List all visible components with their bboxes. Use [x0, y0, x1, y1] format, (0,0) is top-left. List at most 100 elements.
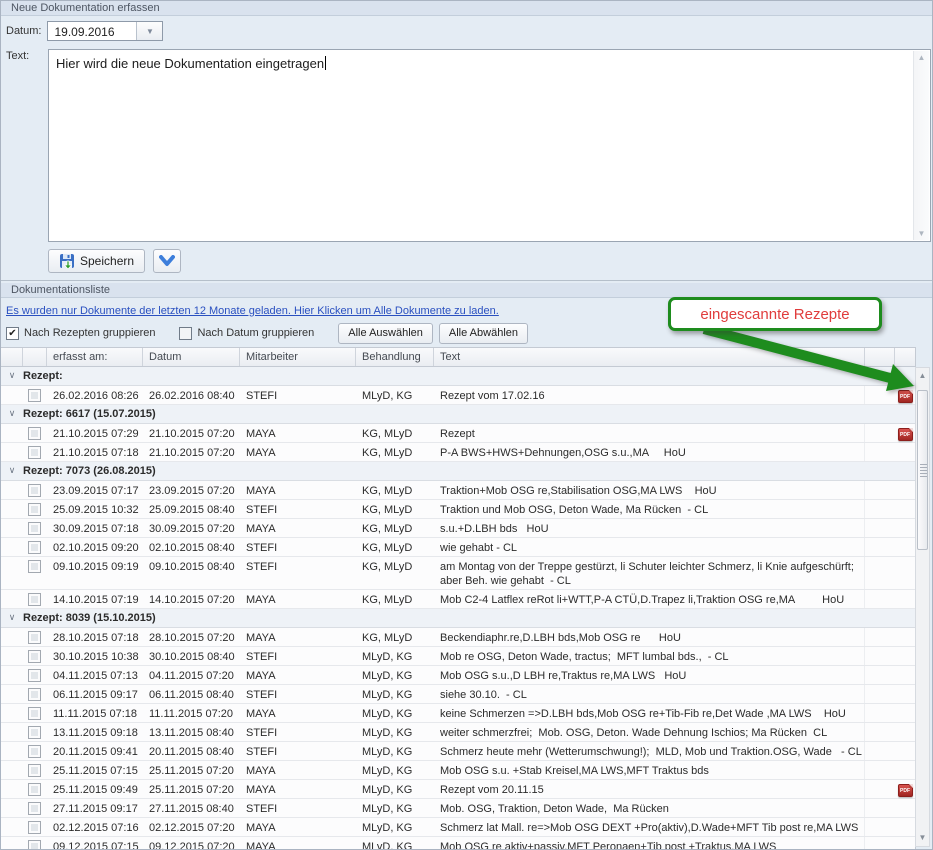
group-row[interactable]: ∨Rezept: 7073 (26.08.2015)	[1, 462, 915, 481]
cell-text: Mob re OSG, Deton Wade, tractus; MFT lum…	[434, 647, 865, 665]
table-row[interactable]: 21.10.2015 07:2921.10.2015 07:20MAYAKG, …	[1, 424, 915, 443]
date-row: Datum: 19.09.2016 ▼	[6, 21, 163, 41]
deselect-all-button[interactable]: Alle Abwählen	[439, 323, 528, 344]
table-row[interactable]: 20.11.2015 09:4120.11.2015 08:40STEFIMLy…	[1, 742, 915, 761]
date-picker[interactable]: 19.09.2016 ▼	[47, 21, 163, 41]
row-checkbox[interactable]	[28, 522, 41, 535]
row-chevron-spacer	[1, 386, 23, 404]
row-checkbox[interactable]	[28, 560, 41, 573]
row-checkbox[interactable]	[28, 631, 41, 644]
table-row[interactable]: 25.09.2015 10:3225.09.2015 08:40STEFIKG,…	[1, 500, 915, 519]
table-row[interactable]: 27.11.2015 09:1727.11.2015 08:40STEFIMLy…	[1, 799, 915, 818]
table-row[interactable]: 04.11.2015 07:1304.11.2015 07:20MAYAMLyD…	[1, 666, 915, 685]
table-row[interactable]: 26.02.2016 08:2626.02.2016 08:40STEFIMLy…	[1, 386, 915, 405]
table-row[interactable]: 23.09.2015 07:1723.09.2015 07:20MAYAKG, …	[1, 481, 915, 500]
row-checkbox[interactable]	[28, 650, 41, 663]
table-row[interactable]: 11.11.2015 07:1811.11.2015 07:20MAYAMLyD…	[1, 704, 915, 723]
row-checkbox[interactable]	[28, 745, 41, 758]
row-checkbox[interactable]	[28, 840, 41, 849]
header-spacer-column	[865, 348, 895, 366]
scroll-up-icon[interactable]: ▲	[916, 368, 929, 384]
table-row[interactable]: 30.09.2015 07:1830.09.2015 07:20MAYAKG, …	[1, 519, 915, 538]
save-button[interactable]: Speichern	[48, 249, 145, 273]
table-row[interactable]: 09.12.2015 07:1509.12.2015 07:20MAYAMLyD…	[1, 837, 915, 849]
row-checkbox[interactable]	[28, 389, 41, 402]
cell-behandlung: MLyD, KG	[356, 780, 434, 798]
cell-datum: 14.10.2015 07:20	[143, 590, 240, 608]
group-collapse-chevron-icon[interactable]: ∨	[1, 405, 23, 423]
cell-mitarbeiter: STEFI	[240, 723, 356, 741]
column-header-behandlung[interactable]: Behandlung▲	[356, 348, 434, 366]
column-header-text[interactable]: Text	[434, 348, 865, 366]
row-checkbox[interactable]	[28, 427, 41, 440]
row-checkbox[interactable]	[28, 669, 41, 682]
row-checkbox-cell	[23, 557, 47, 589]
pdf-document-icon[interactable]: PDF	[898, 784, 913, 797]
cell-text: wie gehabt - CL	[434, 538, 865, 556]
table-row[interactable]: 21.10.2015 07:1821.10.2015 07:20MAYAKG, …	[1, 443, 915, 462]
list-vertical-scrollbar[interactable]: ▲ ▼	[915, 367, 930, 847]
load-all-documents-link[interactable]: Es wurden nur Dokumente der letzten 12 M…	[6, 305, 499, 317]
pdf-document-icon[interactable]: PDF	[898, 428, 913, 441]
row-checkbox[interactable]	[28, 593, 41, 606]
expand-button[interactable]	[153, 249, 181, 273]
row-checkbox[interactable]	[28, 707, 41, 720]
pdf-document-icon[interactable]: PDF	[898, 390, 913, 403]
group-collapse-chevron-icon[interactable]: ∨	[1, 367, 23, 385]
group-collapse-chevron-icon[interactable]: ∨	[1, 462, 23, 480]
row-checkbox[interactable]	[28, 484, 41, 497]
scroll-down-icon[interactable]: ▼	[914, 229, 929, 238]
column-header-datum[interactable]: Datum	[143, 348, 240, 366]
cell-erfasst: 26.02.2016 08:26	[47, 386, 143, 404]
cell-mitarbeiter: MAYA	[240, 704, 356, 722]
group-by-datum-label: Nach Datum gruppieren	[197, 327, 314, 339]
cell-behandlung: KG, MLyD	[356, 500, 434, 518]
row-checkbox[interactable]	[28, 688, 41, 701]
documentation-textarea[interactable]: Hier wird die neue Dokumentation eingetr…	[48, 49, 931, 242]
date-input[interactable]: 19.09.2016	[48, 22, 136, 40]
cell-pdf	[895, 666, 915, 684]
group-by-rezept-checkbox[interactable]: ✔	[6, 327, 19, 340]
scroll-down-icon[interactable]: ▼	[916, 830, 929, 846]
row-checkbox[interactable]	[28, 726, 41, 739]
row-checkbox[interactable]	[28, 541, 41, 554]
table-row[interactable]: 09.10.2015 09:1909.10.2015 08:40STEFIKG,…	[1, 557, 915, 590]
scrollbar-thumb[interactable]	[917, 390, 928, 550]
text-caret	[325, 56, 326, 70]
table-row[interactable]: 02.10.2015 09:2002.10.2015 08:40STEFIKG,…	[1, 538, 915, 557]
table-row[interactable]: 06.11.2015 09:1706.11.2015 08:40STEFIMLy…	[1, 685, 915, 704]
header-pdf-column	[895, 348, 915, 366]
table-row[interactable]: 25.11.2015 09:4925.11.2015 07:20MAYAMLyD…	[1, 780, 915, 799]
row-checkbox[interactable]	[28, 802, 41, 815]
date-dropdown-button[interactable]: ▼	[136, 22, 162, 40]
group-row[interactable]: ∨Rezept: 6617 (15.07.2015)	[1, 405, 915, 424]
column-header-erfasst[interactable]: erfasst am:	[47, 348, 143, 366]
group-row[interactable]: ∨Rezept:	[1, 367, 915, 386]
row-checkbox[interactable]	[28, 821, 41, 834]
table-row[interactable]: 30.10.2015 10:3830.10.2015 08:40STEFIMLy…	[1, 647, 915, 666]
row-checkbox[interactable]	[28, 783, 41, 796]
cell-mitarbeiter: MAYA	[240, 818, 356, 836]
table-row[interactable]: 14.10.2015 07:1914.10.2015 07:20MAYAKG, …	[1, 590, 915, 609]
cell-erfasst: 04.11.2015 07:13	[47, 666, 143, 684]
column-header-mitarbeiter[interactable]: Mitarbeiter	[240, 348, 356, 366]
scanned-prescriptions-callout: eingescannte Rezepte	[668, 297, 882, 331]
select-all-button[interactable]: Alle Auswählen	[338, 323, 433, 344]
table-row[interactable]: 25.11.2015 07:1525.11.2015 07:20MAYAMLyD…	[1, 761, 915, 780]
row-checkbox[interactable]	[28, 764, 41, 777]
cell-erfasst: 27.11.2015 09:17	[47, 799, 143, 817]
cell-erfasst: 30.09.2015 07:18	[47, 519, 143, 537]
scroll-up-icon[interactable]: ▲	[914, 53, 929, 62]
group-row[interactable]: ∨Rezept: 8039 (15.10.2015)	[1, 609, 915, 628]
table-row[interactable]: 28.10.2015 07:1828.10.2015 07:20MAYAKG, …	[1, 628, 915, 647]
group-collapse-chevron-icon[interactable]: ∨	[1, 609, 23, 627]
table-row[interactable]: 02.12.2015 07:1602.12.2015 07:20MAYAMLyD…	[1, 818, 915, 837]
cell-erfasst: 11.11.2015 07:18	[47, 704, 143, 722]
row-checkbox[interactable]	[28, 503, 41, 516]
table-row[interactable]: 13.11.2015 09:1813.11.2015 08:40STEFIMLy…	[1, 723, 915, 742]
textarea-scrollbar[interactable]: ▲ ▼	[913, 51, 929, 240]
group-by-datum-checkbox[interactable]	[179, 327, 192, 340]
cell-erfasst: 23.09.2015 07:17	[47, 481, 143, 499]
row-checkbox[interactable]	[28, 446, 41, 459]
row-chevron-spacer	[1, 538, 23, 556]
